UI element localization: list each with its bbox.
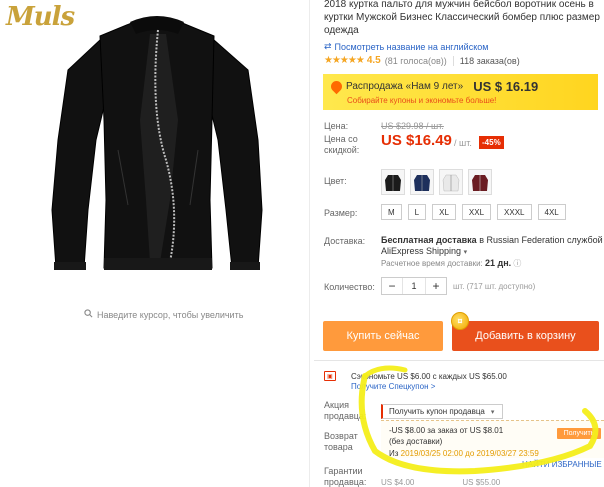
color-swatch-white[interactable]	[439, 169, 463, 195]
bottom-coupon-row: US $4.00 US $55.00	[381, 478, 501, 487]
magnifier-icon	[84, 309, 93, 320]
sale-subtext: Собирайте купоны и экономьте больше!	[347, 96, 497, 105]
coupon-icon: ▣	[324, 371, 336, 381]
chevron-down-icon: ▾	[490, 408, 495, 416]
seller-coupon-card: -US $8.00 за заказ от US $8.01 (без дост…	[381, 420, 604, 458]
product-image-area[interactable]: Muls	[0, 0, 314, 300]
seller-promo-label: Акция продавца:	[324, 400, 367, 421]
orders-count: 118 заказа(ов)	[459, 55, 520, 66]
guarantee-label: Гарантии продавца:	[324, 466, 367, 487]
color-label: Цвет:	[324, 176, 347, 186]
seller-coupon-select[interactable]: Получить купон продавца ▾	[381, 404, 503, 419]
color-swatch-navy[interactable]	[410, 169, 434, 195]
shipping-info[interactable]: Бесплатная доставка в Russian Federation…	[381, 235, 604, 258]
rating-votes-link[interactable]: (81 голоса(ов))	[385, 56, 447, 66]
savings-text: Сэкономьте US $6.00 с каждых US $65.00	[351, 372, 507, 381]
discount-badge: -45%	[479, 136, 504, 149]
product-title: 2018 куртка пальто для мужчин бейсбол во…	[324, 0, 600, 36]
get-coupon-button[interactable]: Получить	[557, 428, 601, 439]
quantity-increase-button[interactable]: +	[426, 279, 446, 293]
delivery-time: Расчетное время доставки: 21 дн. ⓘ	[381, 258, 522, 268]
translate-title-link[interactable]: ⇄ Посмотреть название на английском	[324, 41, 488, 52]
size-option[interactable]: L	[407, 204, 427, 220]
product-photo[interactable]	[0, 0, 314, 300]
quantity-input[interactable]: 1	[402, 278, 426, 294]
rating-stars: ★★★★★	[324, 55, 365, 66]
size-label: Размер:	[324, 208, 358, 218]
price-label: Цена:	[324, 121, 349, 131]
size-option[interactable]: 4XL	[537, 204, 566, 220]
quantity-decrease-button[interactable]: −	[382, 279, 402, 293]
quantity-label: Количество:	[324, 282, 375, 292]
stock-note: шт. (717 шт. доступно)	[453, 282, 536, 291]
divider	[452, 55, 454, 66]
info-icon[interactable]: ⓘ	[513, 259, 521, 268]
sale-price: US $ 16.19	[473, 79, 539, 94]
buy-now-button[interactable]: Купить сейчас	[323, 321, 443, 351]
size-option[interactable]: XL	[432, 204, 456, 220]
shipping-label: Доставка:	[324, 236, 366, 246]
rating-value: 4.5	[366, 55, 381, 66]
discount-price-label: Цена со скидкой:	[324, 134, 360, 155]
zoom-hint: Наведите курсор, чтобы увеличить	[84, 309, 243, 320]
size-option[interactable]: XXL	[461, 204, 492, 220]
rating-row: ★★★★★ 4.5 (81 голоса(ов)) 118 заказа(ов)	[324, 55, 520, 66]
old-price: US $29.98 / шт.	[381, 121, 444, 131]
return-label: Возврат товара	[324, 431, 358, 452]
free-shipping-text: Бесплатная доставка	[381, 235, 477, 245]
size-options: M L XL XXL XXXL 4XL	[381, 204, 566, 220]
translate-icon: ⇄	[324, 41, 332, 51]
coupon-validity: Из 2019/03/25 02:00 до 2019/03/27 23:59	[389, 449, 539, 458]
quantity-stepper: − 1 +	[381, 277, 447, 295]
size-option[interactable]: XXXL	[497, 204, 532, 220]
column-divider	[309, 0, 310, 487]
color-swatch-black[interactable]	[381, 169, 405, 195]
size-option[interactable]: M	[381, 204, 402, 220]
add-to-cart-button[interactable]: Добавить в корзину	[452, 321, 599, 351]
chevron-down-icon[interactable]: ▾	[464, 249, 468, 256]
location-pin-icon	[328, 78, 345, 95]
price-unit: / шт.	[454, 138, 472, 148]
sale-banner: Распродажа «Нам 9 лет» US $ 16.19 Собира…	[323, 74, 598, 110]
color-options	[381, 169, 492, 195]
special-coupon-link[interactable]: Получите Спецкупон >	[351, 382, 435, 391]
sale-label: Распродажа «Нам 9 лет»	[346, 81, 464, 92]
current-price: US $16.49	[381, 132, 452, 149]
coupon-amount: -US $8.00 за заказ от US $8.01	[389, 426, 504, 435]
color-swatch-burgundy[interactable]	[468, 169, 492, 195]
coin-icon: ¤	[451, 312, 469, 330]
find-selected-link[interactable]: НАЙТИ ИЗБРАННЫЕ	[522, 460, 602, 469]
coupon-condition: (без доставки)	[389, 437, 443, 446]
section-divider	[314, 360, 604, 361]
